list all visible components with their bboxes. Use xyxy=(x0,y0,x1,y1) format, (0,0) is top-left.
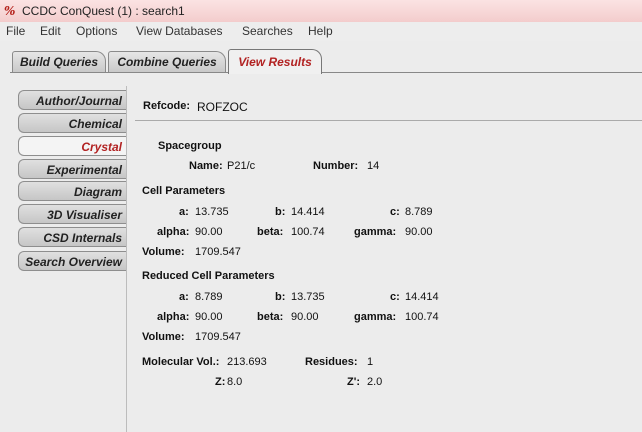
cell-b-label: b: xyxy=(275,206,286,218)
reduced-a-value: 8.789 xyxy=(195,291,223,303)
side-tab-crystal[interactable]: Crystal xyxy=(18,136,126,156)
cell-alpha-label: alpha: xyxy=(157,226,190,238)
cell-c-label: c: xyxy=(390,206,400,218)
menu-help[interactable]: Help xyxy=(308,24,333,38)
cell-beta-value: 100.74 xyxy=(291,226,325,238)
side-tab-3d-visualiser[interactable]: 3D Visualiser xyxy=(18,204,126,224)
reduced-gamma-label: gamma: xyxy=(354,311,397,323)
menu-view-databases[interactable]: View Databases xyxy=(136,24,223,38)
cell-alpha-value: 90.00 xyxy=(195,226,223,238)
cell-a-label: a: xyxy=(179,206,189,218)
reduced-volume-label: Volume: xyxy=(142,331,185,343)
crystal-details: Refcode: ROFZOC Spacegroup Name: P21/c N… xyxy=(126,86,642,432)
tab-view-results[interactable]: View Results xyxy=(228,49,322,74)
conquest-logo-icon: % xyxy=(4,4,16,18)
reduced-cell-heading: Reduced Cell Parameters xyxy=(142,270,275,282)
reduced-beta-label: beta: xyxy=(257,311,284,323)
cell-volume-label: Volume: xyxy=(142,246,185,258)
cell-beta-label: beta: xyxy=(257,226,284,238)
reduced-alpha-value: 90.00 xyxy=(195,311,223,323)
side-tab-author-journal[interactable]: Author/Journal xyxy=(18,90,126,110)
menu-bar: File Edit Options View Databases Searche… xyxy=(0,22,642,42)
cell-b-value: 14.414 xyxy=(291,206,325,218)
refcode-value: ROFZOC xyxy=(197,100,248,114)
side-tab-chemical[interactable]: Chemical xyxy=(18,113,126,133)
z-label: Z: xyxy=(215,376,226,388)
menu-edit[interactable]: Edit xyxy=(40,24,61,38)
title-bar: % CCDC ConQuest (1) : search1 xyxy=(0,0,642,23)
tab-divider xyxy=(10,72,642,73)
top-tab-strip: Build Queries Combine Queries View Resul… xyxy=(0,41,642,74)
reduced-b-value: 13.735 xyxy=(291,291,325,303)
menu-options[interactable]: Options xyxy=(76,24,117,38)
results-panel: Author/Journal Chemical Crystal Experime… xyxy=(10,74,642,432)
spacegroup-name-label: Name: xyxy=(189,160,223,172)
z-prime-label: Z': xyxy=(347,376,360,388)
side-tab-diagram[interactable]: Diagram xyxy=(18,181,126,201)
side-tab-search-overview[interactable]: Search Overview xyxy=(18,251,126,271)
side-tab-csd-internals[interactable]: CSD Internals xyxy=(18,227,126,247)
side-tab-experimental[interactable]: Experimental xyxy=(18,159,126,179)
reduced-gamma-value: 100.74 xyxy=(405,311,439,323)
refcode-label: Refcode: xyxy=(143,100,191,112)
reduced-c-label: c: xyxy=(390,291,400,303)
divider xyxy=(135,120,642,121)
cell-a-value: 13.735 xyxy=(195,206,229,218)
reduced-b-label: b: xyxy=(275,291,286,303)
spacegroup-name-value: P21/c xyxy=(227,160,256,172)
z-prime-value: 2.0 xyxy=(367,376,383,388)
reduced-beta-value: 90.00 xyxy=(291,311,319,323)
window-title: CCDC ConQuest (1) : search1 xyxy=(22,4,185,18)
cell-volume-value: 1709.547 xyxy=(195,246,241,258)
spacegroup-number-value: 14 xyxy=(367,160,380,172)
residues-value: 1 xyxy=(367,356,374,368)
molecular-volume-label: Molecular Vol.: xyxy=(142,356,220,368)
tab-combine-queries[interactable]: Combine Queries xyxy=(108,51,226,72)
residues-label: Residues: xyxy=(305,356,358,368)
cell-c-value: 8.789 xyxy=(405,206,433,218)
tab-build-queries[interactable]: Build Queries xyxy=(12,51,106,72)
reduced-a-label: a: xyxy=(179,291,189,303)
spacegroup-number-label: Number: xyxy=(313,160,359,172)
reduced-alpha-label: alpha: xyxy=(157,311,190,323)
reduced-volume-value: 1709.547 xyxy=(195,331,241,343)
cell-gamma-label: gamma: xyxy=(354,226,397,238)
cell-gamma-value: 90.00 xyxy=(405,226,433,238)
spacegroup-heading: Spacegroup xyxy=(158,140,222,152)
cell-parameters-heading: Cell Parameters xyxy=(142,185,226,197)
menu-file[interactable]: File xyxy=(6,24,25,38)
reduced-c-value: 14.414 xyxy=(405,291,439,303)
z-value: 8.0 xyxy=(227,376,243,388)
molecular-volume-value: 213.693 xyxy=(227,356,267,368)
menu-searches[interactable]: Searches xyxy=(242,24,293,38)
